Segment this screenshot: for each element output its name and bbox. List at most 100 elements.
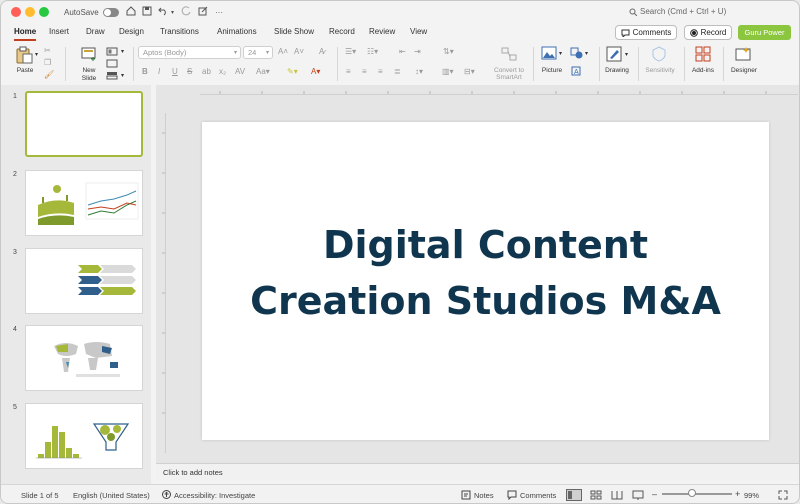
designer-icon[interactable] [735, 46, 751, 62]
undo-icon[interactable] [158, 6, 168, 18]
format-painter-icon[interactable]: 🖌 [44, 70, 54, 79]
picture-dropdown-icon[interactable]: ▾ [559, 50, 562, 57]
autosave-control[interactable]: AutoSave [64, 6, 119, 18]
tab-review[interactable]: Review [369, 27, 395, 36]
reading-view-icon[interactable] [611, 490, 623, 500]
tab-home[interactable]: Home [14, 27, 37, 41]
drawing-dropdown-icon[interactable]: ▾ [625, 51, 628, 58]
decrease-indent-icon[interactable]: ⇤ [399, 47, 406, 56]
customize-icon[interactable] [198, 6, 208, 18]
paste-icon[interactable] [15, 46, 33, 64]
slide-thumbnail-5[interactable] [25, 403, 143, 469]
slide-thumbnails-pane[interactable]: 1 2 3 4 5 [1, 85, 151, 485]
language-status[interactable]: English (United States) [73, 491, 150, 500]
change-case-icon[interactable]: Aa▾ [256, 67, 270, 76]
align-center-icon[interactable]: ≡ [362, 67, 367, 76]
sensitivity-icon[interactable] [652, 46, 666, 62]
horizontal-ruler[interactable] [200, 87, 798, 95]
zoom-window-button[interactable] [39, 7, 49, 17]
paste-dropdown-icon[interactable]: ▾ [35, 51, 38, 58]
add-ins-icon[interactable] [695, 46, 711, 62]
tab-transitions[interactable]: Transitions [160, 27, 199, 36]
slide-title[interactable]: Digital Content Creation Studios M&A [202, 217, 769, 329]
justify-icon[interactable]: ≣ [394, 67, 401, 76]
font-size-select[interactable]: 24 ▾ [243, 46, 273, 59]
section-icon[interactable] [106, 71, 118, 80]
accessibility-status[interactable]: Accessibility: Investigate [174, 491, 255, 500]
cut-icon[interactable]: ✂ [44, 46, 51, 55]
drawing-icon[interactable] [606, 46, 622, 62]
tab-draw[interactable]: Draw [86, 27, 105, 36]
redo-icon[interactable] [181, 6, 191, 18]
italic-icon[interactable]: I [158, 67, 160, 76]
slide-thumbnail-1[interactable] [25, 91, 143, 157]
align-left-icon[interactable]: ≡ [346, 67, 351, 76]
undo-dropdown-icon[interactable]: ▾ [171, 6, 174, 18]
comments-toggle[interactable]: Comments [520, 491, 556, 500]
new-slide-label[interactable]: New Slide [75, 67, 103, 83]
strikethrough-icon[interactable]: S [187, 67, 192, 76]
slide-thumbnail-3[interactable] [25, 248, 143, 314]
normal-view-icon[interactable] [566, 489, 582, 501]
record-button[interactable]: Record [684, 25, 732, 40]
increase-indent-icon[interactable]: ⇥ [414, 47, 421, 56]
bold-icon[interactable]: B [142, 67, 148, 76]
decrease-font-size-icon[interactable]: A˅ [294, 47, 304, 56]
minimize-window-button[interactable] [25, 7, 35, 17]
slide-thumbnail-4[interactable] [25, 325, 143, 391]
picture-icon[interactable] [541, 46, 557, 60]
comments-button[interactable]: Comments [615, 25, 677, 40]
convert-smartart-label[interactable]: Convert to SmartArt [488, 67, 530, 81]
bullets-icon[interactable]: ☰▾ [345, 47, 356, 56]
home-icon[interactable] [126, 6, 136, 18]
zoom-in-icon[interactable]: + [735, 489, 740, 499]
highlight-icon[interactable]: ✎▾ [287, 67, 298, 76]
search-box[interactable]: Search (Cmd + Ctrl + U) [629, 7, 726, 16]
columns-icon[interactable]: ▥▾ [442, 67, 454, 76]
increase-font-size-icon[interactable]: A˄ [278, 47, 288, 56]
current-slide[interactable]: Digital Content Creation Studios M&A [202, 122, 769, 440]
close-window-button[interactable] [11, 7, 21, 17]
zoom-slider-handle[interactable] [688, 489, 696, 497]
layout-dropdown-icon[interactable]: ▾ [121, 48, 124, 55]
reset-icon[interactable] [106, 59, 118, 68]
autosave-toggle[interactable] [102, 7, 119, 17]
text-direction-icon[interactable]: ⇅▾ [443, 47, 454, 56]
shadow-icon[interactable]: ab [202, 67, 211, 76]
font-color-icon[interactable]: A▾ [311, 67, 320, 76]
fit-to-window-icon[interactable] [778, 490, 788, 500]
zoom-slider[interactable] [662, 493, 732, 495]
character-spacing-icon[interactable]: AV [235, 67, 245, 76]
tab-animations[interactable]: Animations [217, 27, 257, 36]
smartart-icon[interactable] [501, 47, 517, 61]
align-text-icon[interactable]: ⊟▾ [464, 67, 475, 76]
tab-view[interactable]: View [410, 27, 427, 36]
slide-sorter-icon[interactable] [590, 490, 602, 500]
vertical-ruler[interactable] [158, 113, 166, 453]
tab-slide-show[interactable]: Slide Show [274, 27, 314, 36]
align-right-icon[interactable]: ≡ [378, 67, 383, 76]
zoom-out-icon[interactable]: – [652, 489, 657, 499]
subscript-icon[interactable]: x₂ [219, 67, 226, 76]
text-box-icon[interactable]: A [571, 66, 581, 76]
shapes-icon[interactable] [570, 47, 584, 59]
underline-icon[interactable]: U [172, 67, 178, 76]
save-icon[interactable] [142, 6, 152, 18]
guru-power-button[interactable]: Guru Power [738, 25, 791, 40]
line-spacing-icon[interactable]: ↕▾ [415, 67, 423, 76]
notes-toggle[interactable]: Notes [474, 491, 494, 500]
tab-design[interactable]: Design [119, 27, 144, 36]
tab-record[interactable]: Record [329, 27, 355, 36]
zoom-level[interactable]: 99% [744, 491, 759, 500]
slide-show-icon[interactable] [632, 490, 644, 500]
section-dropdown-icon[interactable]: ▾ [121, 72, 124, 79]
tab-insert[interactable]: Insert [49, 27, 69, 36]
clear-formatting-icon[interactable]: A̷ [319, 47, 324, 56]
new-slide-icon[interactable] [81, 46, 97, 62]
slide-thumbnail-2[interactable] [25, 170, 143, 236]
shapes-dropdown-icon[interactable]: ▾ [585, 50, 588, 57]
layout-icon[interactable] [106, 47, 118, 56]
font-name-select[interactable]: Aptos (Body) ▾ [138, 46, 241, 59]
copy-icon[interactable]: ❐ [44, 58, 51, 67]
more-icon[interactable]: ··· [215, 6, 223, 18]
